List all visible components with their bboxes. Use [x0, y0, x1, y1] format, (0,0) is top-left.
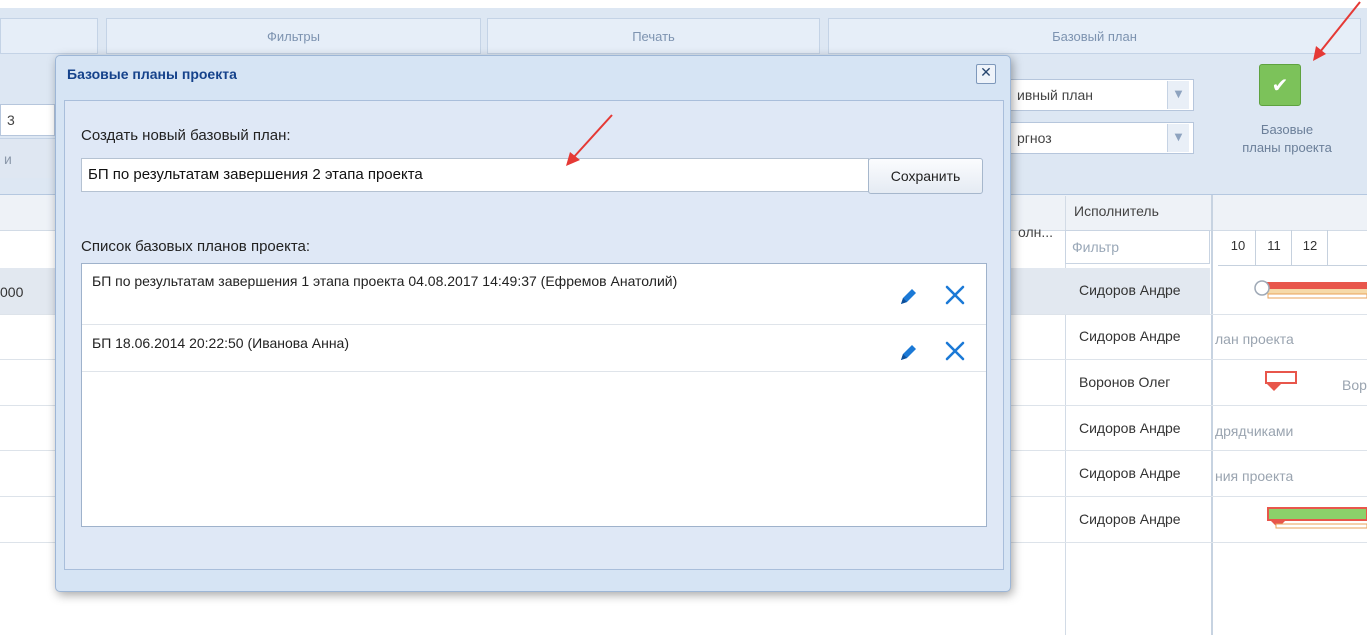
plan-select-value: ивный план — [1017, 87, 1094, 103]
close-icon: ✕ — [980, 65, 992, 81]
dialog-title: Базовые планы проекта — [67, 66, 237, 82]
performer-cell[interactable]: Воронов Олег — [1079, 374, 1209, 390]
chevron-down-icon[interactable]: ▼ — [1167, 81, 1189, 109]
baselines-button[interactable]: Базовые планы проекта — [1218, 121, 1356, 157]
save-button[interactable]: Сохранить — [868, 158, 983, 194]
day-divider — [1291, 230, 1292, 266]
baselines-dialog: Базовые планы проекта ✕ Создать новый ба… — [55, 55, 1011, 592]
baseline-name: БП 18.06.2014 20:22:50 (Иванова Анна) — [92, 335, 349, 351]
tab-baseline[interactable]: Базовый план — [828, 18, 1361, 54]
performer-filter-input[interactable]: Фильтр — [1065, 230, 1210, 264]
performer-cell[interactable]: Сидоров Андре — [1079, 328, 1209, 344]
row-id-stub: 000 — [0, 284, 24, 300]
gantt-task-label: Вор — [1342, 377, 1367, 393]
baselines-button-line1: Базовые — [1260, 122, 1314, 137]
gantt-bar-summary[interactable] — [1254, 280, 1367, 299]
gantt-bar-progress[interactable] — [1267, 507, 1367, 529]
baseline-name-input[interactable]: БП по результатам завершения 2 этапа про… — [81, 158, 869, 192]
baselines-button-line2: планы проекта — [1242, 140, 1332, 155]
gantt-splitter[interactable] — [1211, 195, 1213, 635]
list-item[interactable]: БП 18.06.2014 20:22:50 (Иванова Анна) — [82, 326, 986, 372]
gantt-bar-milestone[interactable] — [1265, 371, 1297, 391]
ribbon-sub-label: и — [0, 138, 55, 178]
tab-filters[interactable]: Фильтры — [106, 18, 481, 54]
performer-cell[interactable]: Сидоров Андре — [1079, 420, 1209, 436]
ribbon-number-field[interactable]: 3 — [0, 104, 55, 136]
tab-blank[interactable] — [0, 18, 98, 54]
day-label: 10 — [1230, 238, 1246, 253]
list-item[interactable]: БП по результатам завершения 1 этапа про… — [82, 264, 986, 325]
gantt-chart — [1254, 280, 1367, 529]
day-label: 12 — [1302, 238, 1318, 253]
gantt-task-label: лан проекта — [1215, 331, 1294, 347]
performer-column-header[interactable]: Исполнитель — [1074, 203, 1159, 219]
completion-column-header[interactable]: олн... — [1018, 224, 1053, 240]
baseline-name: БП по результатам завершения 1 этапа про… — [92, 273, 678, 289]
performer-cell[interactable]: Сидоров Андре — [1079, 511, 1209, 527]
baselines-list: БП по результатам завершения 1 этапа про… — [81, 263, 987, 527]
baselines-list-label: Список базовых планов проекта: — [81, 238, 311, 255]
forecast-select-value: ргноз — [1017, 130, 1052, 146]
pencil-icon[interactable] — [897, 342, 919, 364]
tab-print[interactable]: Печать — [487, 18, 820, 54]
performer-cell[interactable]: Сидоров Андре — [1079, 465, 1209, 481]
close-icon[interactable] — [944, 284, 966, 306]
day-divider — [1327, 230, 1328, 266]
performer-cell[interactable]: Сидоров Андре — [1079, 282, 1209, 298]
chevron-down-icon[interactable]: ▼ — [1167, 124, 1189, 152]
gantt-task-label: ния проекта — [1215, 468, 1294, 484]
app-window: Фильтры Печать Базовый план 3 и ивный пл… — [0, 0, 1367, 635]
close-button[interactable]: ✕ — [976, 64, 996, 84]
gantt-task-label: дрядчиками — [1215, 423, 1294, 439]
create-baseline-label: Создать новый базовый план: — [81, 127, 291, 144]
day-divider — [1255, 230, 1256, 266]
check-icon[interactable]: ✔ — [1259, 64, 1301, 106]
pencil-icon[interactable] — [897, 286, 919, 308]
close-icon[interactable] — [944, 340, 966, 362]
day-label: 11 — [1267, 238, 1281, 253]
